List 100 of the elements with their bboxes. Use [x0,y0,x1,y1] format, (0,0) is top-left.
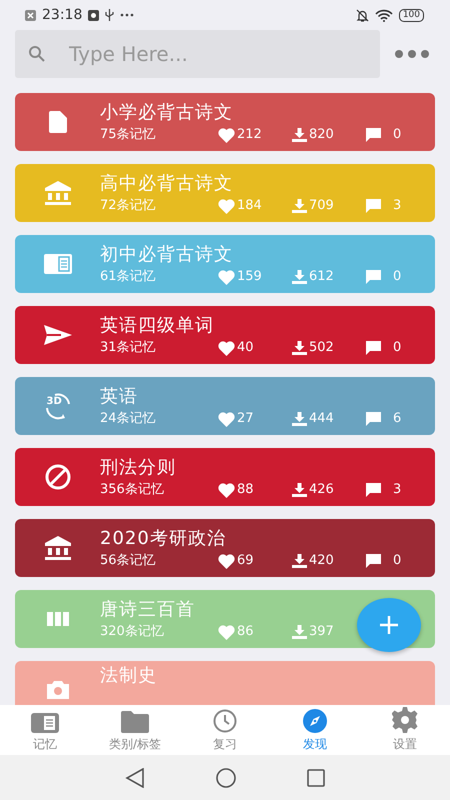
home-icon[interactable] [216,768,236,788]
memory-card[interactable]: 高中必背古诗文 72条记忆 184 709 3 [15,164,435,222]
comment-icon [366,270,381,284]
search-icon [28,45,46,63]
memory-count: 72条记忆 [100,198,157,214]
compass-icon [303,709,327,733]
clock-icon [213,709,237,733]
memory-card[interactable]: 2020考研政治 56条记忆 69 420 0 [15,519,435,577]
comment-icon [366,554,381,568]
memory-count: 356条记忆 [100,482,165,498]
battery-indicator: 100 [398,8,424,22]
memory-card[interactable]: 初中必背古诗文 61条记忆 159 612 0 [15,235,435,293]
usb-icon [105,9,114,21]
memory-count: 24条记忆 [100,411,157,427]
download-icon [292,199,307,213]
like-count: 40 [237,340,254,356]
like-count: 212 [237,127,262,143]
plus-icon [380,616,398,634]
comment-icon [366,199,381,213]
like-count: 88 [237,482,254,498]
memory-count: 56条记忆 [100,553,157,569]
comment-icon [366,341,381,355]
memory-count: 31条记忆 [100,340,157,356]
back-icon[interactable] [125,768,146,788]
download-icon [292,625,307,639]
comment-count: 0 [393,127,402,143]
heart-icon [218,270,235,284]
nav-tab[interactable]: 复习 [180,705,270,755]
download-icon [292,412,307,426]
card-title: 唐诗三百首 [100,598,195,622]
comment-count: 3 [393,198,402,214]
download-count: 397 [309,624,334,640]
memory-card[interactable]: 3D 英语 24条记忆 27 444 6 [15,377,435,435]
heart-icon [218,554,235,568]
download-count: 612 [309,269,334,285]
card-icon [44,254,72,274]
more-options-icon[interactable] [394,49,430,59]
camera-icon [44,679,70,701]
download-icon [292,341,307,355]
comment-count: 3 [393,482,402,498]
nav-tab[interactable]: 类别/标签 [90,705,180,755]
comment-icon [366,128,381,142]
heart-icon [218,624,235,640]
card-title: 法制史 [100,664,157,688]
card-icon [31,713,59,733]
memory-count: 320条记忆 [100,624,165,640]
card-title: 2020考研政治 [100,527,226,551]
status-time: 23:18 [42,7,82,23]
download-count: 709 [309,198,334,214]
card-title: 初中必背古诗文 [100,243,233,267]
heart-icon [218,482,235,498]
download-count: 420 [309,553,334,569]
comment-icon [366,412,381,426]
wifi-icon [374,8,393,22]
memory-card[interactable]: 英语四级单词 31条记忆 40 502 0 [15,306,435,364]
card-title: 英语 [100,385,138,409]
like-count: 184 [237,198,262,214]
comment-count: 0 [393,269,402,285]
like-count: 27 [237,411,254,427]
bell-off-icon [356,8,369,22]
memory-card[interactable]: 小学必背古诗文 75条记忆 212 820 0 [15,93,435,151]
memory-count: 75条记忆 [100,127,157,143]
heart-icon [218,340,235,356]
heart-icon [218,412,235,426]
download-count: 426 [309,482,334,498]
nav-tab[interactable]: 设置 [360,705,450,755]
recents-icon[interactable] [306,768,325,786]
download-icon [292,483,307,497]
comment-count: 0 [393,340,402,356]
card-title: 英语四级单词 [100,314,214,338]
nav-tab[interactable]: 发现 [270,705,360,755]
memory-card[interactable]: 刑法分则 356条记忆 88 426 3 [15,448,435,506]
download-count: 444 [309,411,334,427]
like-count: 86 [237,624,254,640]
heart-icon [218,128,235,142]
comment-count: 6 [393,411,402,427]
comment-count: 0 [393,553,402,569]
like-count: 69 [237,553,254,569]
search-field[interactable]: Type Here... [15,30,380,78]
columns-icon [46,612,68,626]
download-count: 820 [309,127,334,143]
card-title: 刑法分则 [100,456,176,480]
card-title: 小学必背古诗文 [100,101,233,125]
download-count: 502 [309,340,334,356]
like-count: 159 [237,269,262,285]
comment-icon [366,483,381,497]
send-icon [44,325,72,345]
more-icon [120,13,134,17]
nav-tab[interactable]: 记忆 [0,705,90,755]
download-icon [292,270,307,284]
download-icon [292,128,307,142]
memory-card[interactable]: 法制史 [15,661,435,705]
bank-icon [44,181,70,205]
block-icon [44,464,70,490]
folder-icon [121,711,149,733]
notification-icon [25,10,36,20]
card-title: 高中必背古诗文 [100,172,233,196]
app-icon [88,10,100,20]
document-icon [48,111,66,133]
memory-count: 61条记忆 [100,269,157,285]
